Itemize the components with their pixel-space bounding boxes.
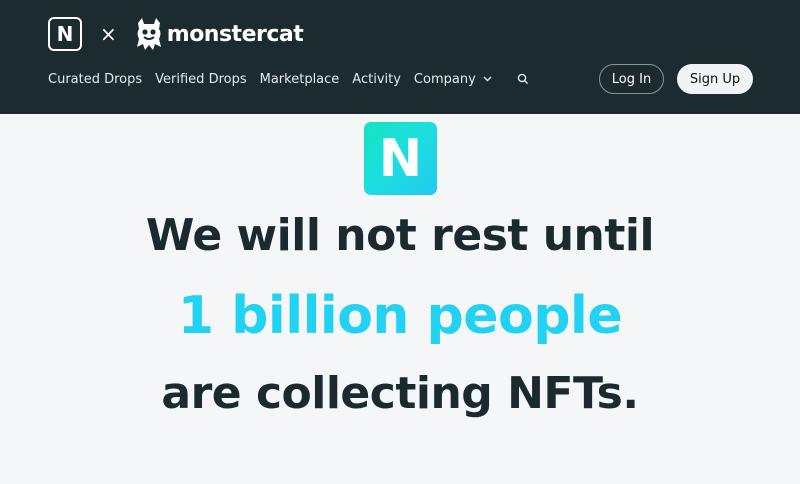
nav-company-label: Company <box>413 71 476 87</box>
login-button[interactable]: Log In <box>599 64 664 94</box>
monstercat-wordmark: monstercat <box>166 21 304 47</box>
hero-section: N We will not rest until 1 billion peopl… <box>0 114 800 484</box>
nifty-hero-logo: N <box>364 122 437 195</box>
nav-company-dropdown[interactable]: Company <box>414 72 492 87</box>
nav-verified-drops[interactable]: Verified Drops <box>155 72 246 87</box>
hero-headline-line3: are collecting NFTs. <box>161 368 639 419</box>
nav-curated-drops[interactable]: Curated Drops <box>48 72 142 87</box>
collab-times-symbol: × <box>100 22 117 46</box>
brand-row: N × monstercat <box>48 16 304 52</box>
hero-headline-highlight: 1 billion people <box>177 286 623 346</box>
nifty-hero-logo-letter: N <box>378 128 423 189</box>
main-nav: Curated Drops Verified Drops Marketplace… <box>48 69 529 89</box>
monstercat-icon <box>135 17 163 51</box>
nifty-logo[interactable]: N <box>48 17 82 51</box>
monstercat-logo[interactable]: monstercat <box>135 17 304 51</box>
top-navigation-bar: N × monstercat Curated Drops Verified Dr… <box>0 0 800 114</box>
hero-headline-line1: We will not rest until <box>145 210 655 261</box>
nifty-logo-letter: N <box>56 22 74 46</box>
nav-activity[interactable]: Activity <box>352 72 401 87</box>
chevron-down-icon <box>483 76 492 82</box>
nav-marketplace[interactable]: Marketplace <box>260 72 340 87</box>
signup-button[interactable]: Sign Up <box>677 64 753 94</box>
search-icon[interactable] <box>517 73 529 85</box>
